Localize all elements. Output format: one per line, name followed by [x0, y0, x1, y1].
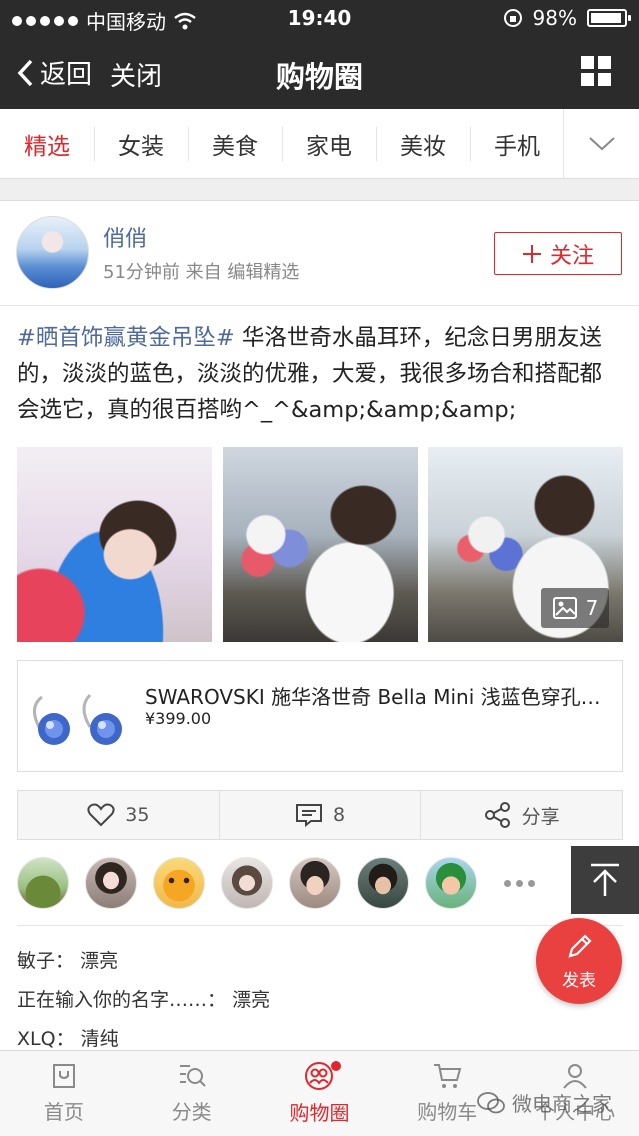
product-name: SWAROVSKI 施华洛世奇 Bella Mini 浅蓝色穿孔耳环	[145, 685, 609, 709]
heart-icon	[87, 803, 115, 827]
top-bar: 中国移动 19:40 98% 返回 关闭 购物圈	[0, 0, 639, 109]
product-image	[33, 693, 122, 745]
author-avatar[interactable]	[16, 216, 89, 289]
comment-user[interactable]: XLQ	[17, 1028, 56, 1050]
like-count: 35	[125, 804, 150, 826]
watermark-text: 微电商之家	[512, 1092, 612, 1116]
comment-icon	[295, 804, 322, 827]
comment-user[interactable]: 正在输入你的名字……	[17, 989, 207, 1011]
bottom-tab-label: 购物圈	[289, 1101, 350, 1125]
comment-user[interactable]: 敏子	[17, 950, 55, 972]
cart-icon	[434, 1064, 462, 1088]
compose-label: 发表	[562, 970, 596, 991]
chevron-down-icon	[588, 137, 615, 151]
product-price: ¥399.00	[145, 709, 212, 728]
bottom-tab-category[interactable]: 分类	[128, 1051, 256, 1136]
comment-item: XLQ： 清纯	[17, 1028, 119, 1050]
wechat-icon	[477, 1091, 505, 1113]
bottom-tab-label: 首页	[43, 1100, 84, 1124]
liker-avatar[interactable]	[425, 857, 477, 909]
compose-button[interactable]: 发表	[536, 918, 622, 1004]
follow-button[interactable]: 关注	[494, 232, 622, 275]
post-meta: 51分钟前 来自 编辑精选	[103, 262, 300, 283]
grid-menu-icon[interactable]	[581, 56, 611, 86]
shopping-circle-icon	[305, 1062, 334, 1090]
bottom-tab-shopping-circle[interactable]: 购物圈	[256, 1051, 384, 1136]
post-actions: 35 8 分享	[17, 790, 623, 840]
post-photo[interactable]: 7	[428, 447, 623, 642]
section-gap	[0, 179, 639, 201]
status-right: 98%	[503, 6, 631, 30]
bottom-tab-label: 购物车	[417, 1100, 478, 1124]
liker-avatar[interactable]	[153, 857, 205, 909]
scroll-to-top-button[interactable]	[571, 846, 639, 914]
post-photo[interactable]	[222, 447, 418, 642]
liker-avatar[interactable]	[289, 857, 341, 909]
tab-food[interactable]: 美食	[188, 109, 282, 179]
nav-bar: 返回 关闭 购物圈	[0, 40, 639, 106]
image-icon	[552, 597, 577, 619]
share-button[interactable]: 分享	[420, 791, 622, 839]
liker-avatars	[17, 856, 623, 910]
photo-grid: 7	[17, 447, 623, 642]
status-bar: 中国移动 19:40 98%	[0, 0, 639, 36]
tab-womenswear[interactable]: 女装	[94, 109, 188, 179]
tab-beauty[interactable]: 美妆	[376, 109, 470, 179]
watermark: 微电商之家	[476, 1088, 612, 1117]
more-likers-icon[interactable]	[493, 857, 545, 909]
liker-avatar[interactable]	[17, 857, 69, 909]
liker-avatar[interactable]	[221, 857, 273, 909]
tab-phones[interactable]: 手机	[470, 109, 564, 179]
product-card[interactable]: SWAROVSKI 施华洛世奇 Bella Mini 浅蓝色穿孔耳环 ¥399.…	[17, 660, 623, 772]
rotation-lock-icon	[503, 9, 522, 27]
battery-icon	[587, 9, 631, 27]
arrow-up-icon	[591, 863, 619, 896]
follow-label: 关注	[549, 243, 594, 269]
comment-item: 敏子： 漂亮	[17, 950, 119, 972]
category-tabs: 精选 女装 美食 家电 美妆 手机	[0, 109, 639, 179]
comment-count: 8	[332, 804, 346, 826]
comment-button[interactable]: 8	[218, 791, 421, 839]
post-text: #晒首饰赢黄金吊坠# 华洛世奇水晶耳环，纪念日男朋友送的，淡淡的蓝色，淡淡的优雅…	[17, 320, 623, 428]
photo-count-badge: 7	[541, 588, 609, 628]
divider	[17, 925, 623, 926]
tab-featured[interactable]: 精选	[0, 109, 94, 179]
comment-text: 漂亮	[80, 950, 119, 972]
tab-appliances[interactable]: 家电	[282, 109, 376, 179]
category-search-icon	[179, 1065, 206, 1087]
expand-tabs-button[interactable]	[563, 109, 639, 179]
comment-item: 正在输入你的名字……： 漂亮	[17, 989, 271, 1011]
page-title: 购物圈	[275, 60, 363, 94]
bottom-tab-home[interactable]: 首页	[0, 1051, 128, 1136]
hashtag-link[interactable]: #晒首饰赢黄金吊坠#	[17, 325, 235, 351]
liker-avatar[interactable]	[357, 857, 409, 909]
plus-icon	[522, 244, 541, 263]
notification-dot	[330, 1061, 341, 1071]
home-bag-icon	[52, 1064, 75, 1088]
comment-text: 清纯	[80, 1028, 119, 1050]
bottom-tab-label: 分类	[171, 1100, 212, 1124]
battery-percent: 98%	[532, 6, 577, 30]
photo-count: 7	[585, 596, 599, 620]
like-button[interactable]: 35	[18, 791, 219, 839]
liker-avatar[interactable]	[85, 857, 137, 909]
comment-text: 漂亮	[232, 989, 271, 1011]
share-icon	[484, 802, 510, 828]
post-photo[interactable]	[17, 447, 212, 642]
pencil-icon	[568, 933, 592, 958]
author-name[interactable]: 俏俏	[103, 221, 147, 253]
user-icon	[563, 1064, 587, 1089]
share-label: 分享	[521, 805, 560, 828]
